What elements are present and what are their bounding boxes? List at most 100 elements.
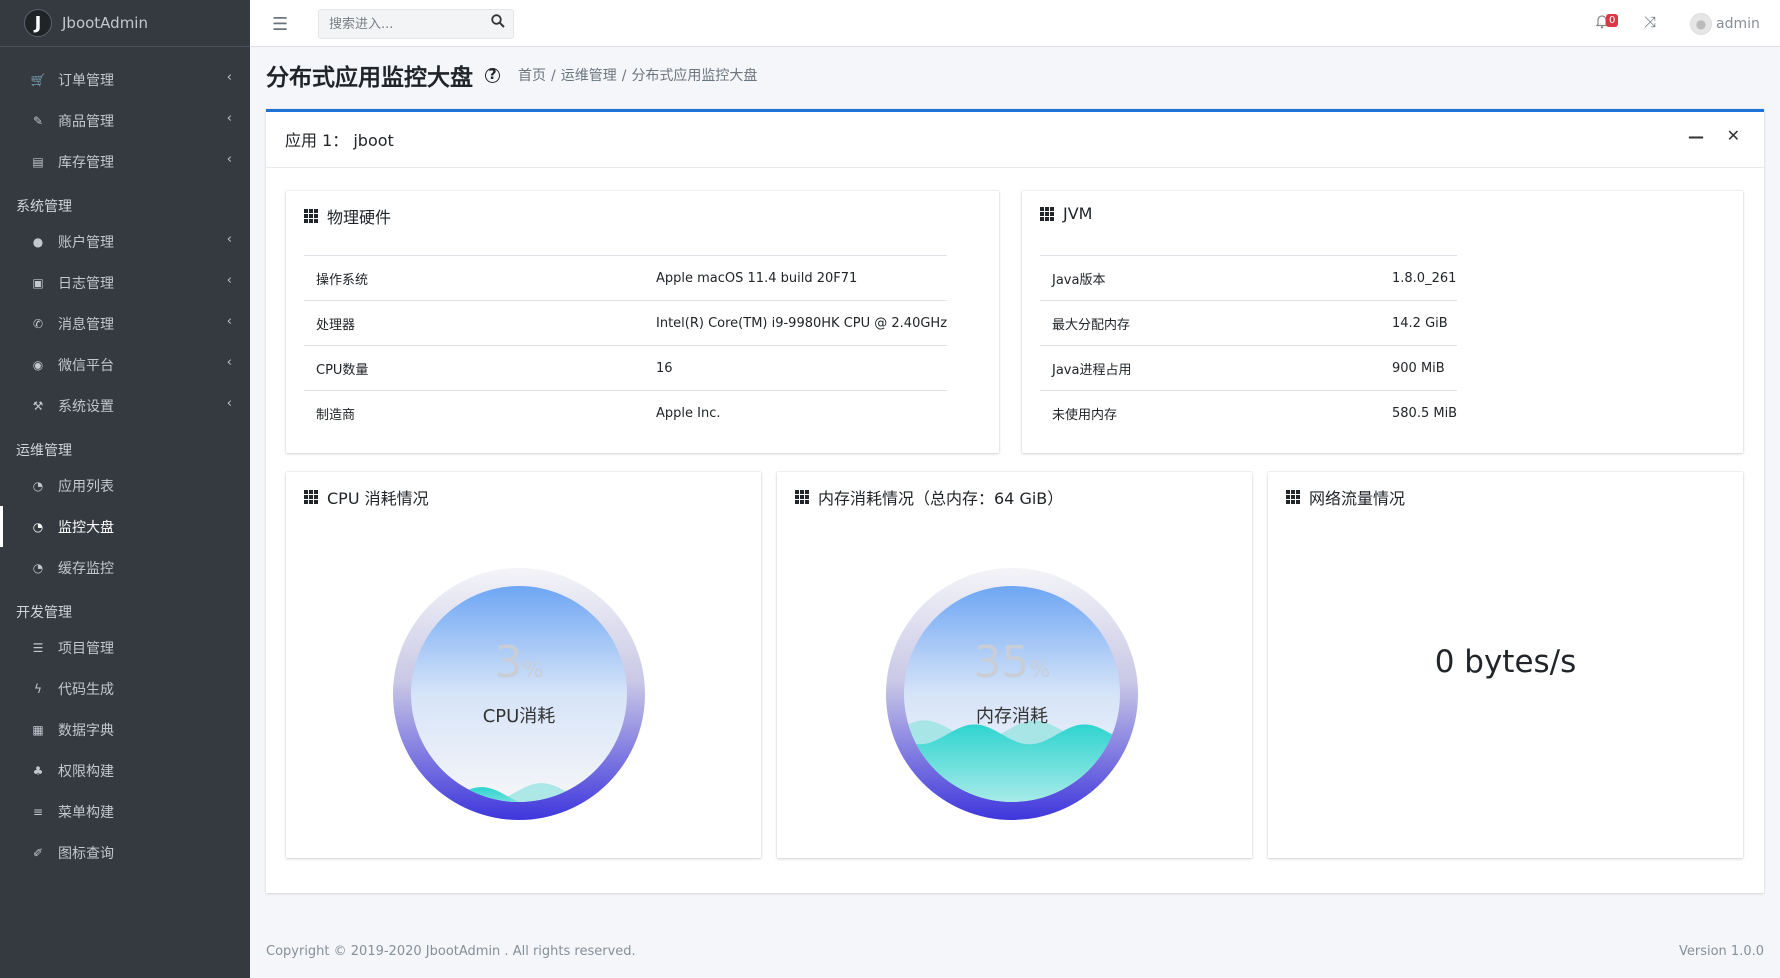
chevron-left-icon: ‹	[226, 355, 232, 370]
row-value: 1.8.0_261	[1380, 255, 1458, 301]
sidebar-item[interactable]: ϟ 代码生成	[0, 668, 250, 709]
sidebar-item[interactable]: ▤ 库存管理 ‹	[0, 141, 250, 182]
sidebar-item[interactable]: 🛒 订单管理 ‹	[0, 59, 250, 100]
sidebar-item[interactable]: ⚒ 系统设置 ‹	[0, 385, 250, 426]
avatar: ●	[1690, 13, 1712, 35]
sidebar-item-label: 权限构建	[58, 763, 114, 780]
sidebar-item-label: 数据字典	[58, 722, 114, 739]
sidebar-item[interactable]: ≡ 菜单构建	[0, 791, 250, 832]
jvm-panel: JVM Java版本 1.8.0_261 最大分配内存 14.2 GiB Java进…	[1022, 191, 1743, 453]
row-key: CPU数量	[304, 345, 644, 391]
book-icon: ▣	[32, 275, 44, 290]
row-key: 处理器	[304, 300, 644, 346]
sidebar-item-label: 监控大盘	[58, 519, 114, 536]
shuffle-icon[interactable]: ⤨	[1644, 13, 1656, 31]
row-value: Apple macOS 11.4 build 20F71	[644, 255, 948, 301]
app-card-title: 应用 1： jboot	[285, 131, 394, 150]
sidebar-item-label: 菜单构建	[58, 804, 114, 821]
table-row: 制造商 Apple Inc.	[304, 390, 948, 436]
grid-icon	[1040, 206, 1054, 221]
sidebar-item[interactable]: ● 账户管理 ‹	[0, 221, 250, 262]
warehouse-icon: ▤	[32, 154, 44, 169]
sidebar-item[interactable]: ◉ 微信平台 ‹	[0, 344, 250, 385]
table-row: 操作系统 Apple macOS 11.4 build 20F71	[304, 255, 948, 301]
breadcrumb-home[interactable]: 首页	[518, 68, 546, 84]
cpu-gauge-glass	[411, 586, 627, 802]
table-row: 未使用内存 580.5 MiB	[1040, 390, 1458, 436]
help-icon[interactable]: ?	[485, 67, 500, 83]
chevron-left-icon: ‹	[226, 111, 232, 126]
cart-icon: 🛒	[30, 72, 46, 87]
row-value: Apple Inc.	[644, 390, 948, 436]
row-value: 14.2 GiB	[1380, 300, 1458, 346]
notification-badge: 0	[1606, 14, 1619, 27]
table-row: Java进程占用 900 MiB	[1040, 345, 1458, 391]
table-row: CPU数量 16	[304, 345, 948, 391]
sidebar-item-label: 图标查询	[58, 845, 114, 862]
brand-name: JbootAdmin	[62, 14, 148, 32]
message-icon: ✆	[32, 316, 44, 331]
row-key: Java进程占用	[1040, 345, 1380, 391]
dashboard-icon: ◔	[32, 478, 44, 493]
sidebar-item[interactable]: ✆ 消息管理 ‹	[0, 303, 250, 344]
sidebar-item[interactable]: ♣ 权限构建	[0, 750, 250, 791]
search-icon[interactable]	[491, 14, 505, 32]
sitemap-icon: ♣	[32, 763, 44, 778]
database-icon: ☰	[32, 640, 44, 655]
hardware-title-text: 物理硬件	[327, 208, 392, 227]
brand-logo: J	[24, 9, 52, 37]
sidebar-nav: 🛒 订单管理 ‹ ✎ 商品管理 ‹ ▤ 库存管理 ‹ 系统管理 ● 账户管理 ‹ ▣ 日志管理 ‹ ✆ 消息管理 ‹…	[0, 47, 250, 873]
menu-toggle-icon[interactable]: ☰	[272, 14, 288, 35]
topbar: ☰ 0 ⤨ ● admin	[250, 0, 1780, 47]
network-value: 0 bytes/s	[1434, 644, 1577, 680]
sidebar-item-label: 缓存监控	[58, 560, 114, 577]
table-row: Java版本 1.8.0_261	[1040, 255, 1458, 301]
cpu-gauge: 3% CPU消耗	[389, 564, 649, 824]
user-menu[interactable]: ● admin	[1690, 13, 1760, 35]
nav-header: 开发管理	[16, 605, 72, 621]
grid-icon: ▦	[32, 722, 44, 737]
hammer-icon: ⚒	[32, 398, 44, 413]
sidebar-item-label: 应用列表	[58, 478, 114, 495]
sidebar-item[interactable]: ✎ 商品管理 ‹	[0, 100, 250, 141]
notification-bell-icon[interactable]: 0	[1595, 14, 1619, 33]
row-key: 未使用内存	[1040, 390, 1380, 436]
row-key: 制造商	[304, 390, 644, 436]
row-value: Intel(R) Core(TM) i9-9980HK CPU @ 2.40GH…	[644, 300, 948, 346]
search-input[interactable]	[319, 10, 479, 38]
chevron-left-icon: ‹	[226, 232, 232, 247]
row-key: 操作系统	[304, 255, 644, 301]
cpu-panel: CPU 消耗情况 3% CPU消耗	[286, 472, 761, 858]
brand[interactable]: J JbootAdmin	[0, 0, 250, 47]
paperclip-icon: ✎	[32, 113, 44, 128]
breadcrumb-ops[interactable]: 运维管理	[561, 68, 617, 84]
network-panel: 网络流量情况 0 bytes/s	[1268, 472, 1743, 858]
close-icon[interactable]: ✕	[1727, 126, 1740, 145]
network-panel-title: 网络流量情况	[1286, 485, 1405, 509]
collapse-icon[interactable]: —	[1688, 127, 1704, 146]
hardware-panel: 物理硬件 操作系统 Apple macOS 11.4 build 20F71 处理…	[286, 191, 999, 453]
sidebar-item[interactable]: ▦ 数据字典	[0, 709, 250, 750]
jvm-title-text: JVM	[1063, 204, 1093, 223]
sidebar-item-label: 代码生成	[58, 681, 114, 698]
user-icon: ●	[32, 234, 44, 249]
sidebar-item-label: 微信平台	[58, 357, 114, 374]
username: admin	[1716, 16, 1760, 32]
sidebar-item[interactable]: ◔ 监控大盘	[0, 506, 250, 547]
sidebar-item[interactable]: ◔ 缓存监控	[0, 547, 250, 588]
row-value: 900 MiB	[1380, 345, 1458, 391]
jvm-panel-title: JVM	[1040, 204, 1092, 223]
memory-panel: 内存消耗情况（总内存：64 GiB） 35% 内存消耗	[777, 472, 1252, 858]
sidebar: J JbootAdmin 🛒 订单管理 ‹ ✎ 商品管理 ‹ ▤ 库存管理 ‹ 系统管理 ● 账户管理…	[0, 0, 250, 978]
sidebar-item[interactable]: ◔ 应用列表	[0, 465, 250, 506]
sidebar-item-label: 订单管理	[58, 72, 114, 89]
sidebar-item[interactable]: ▣ 日志管理 ‹	[0, 262, 250, 303]
chevron-left-icon: ‹	[226, 70, 232, 85]
cpu-panel-title: CPU 消耗情况	[304, 485, 429, 509]
breadcrumb-current: 分布式应用监控大盘	[631, 68, 758, 84]
chevron-left-icon: ‹	[226, 152, 232, 167]
page-header: 分布式应用监控大盘 ? 首页 / 运维管理 / 分布式应用监控大盘	[266, 58, 757, 92]
sidebar-item[interactable]: ☰ 项目管理	[0, 627, 250, 668]
sidebar-item[interactable]: ✐ 图标查询	[0, 832, 250, 873]
memory-panel-title: 内存消耗情况（总内存：64 GiB）	[795, 485, 1063, 509]
